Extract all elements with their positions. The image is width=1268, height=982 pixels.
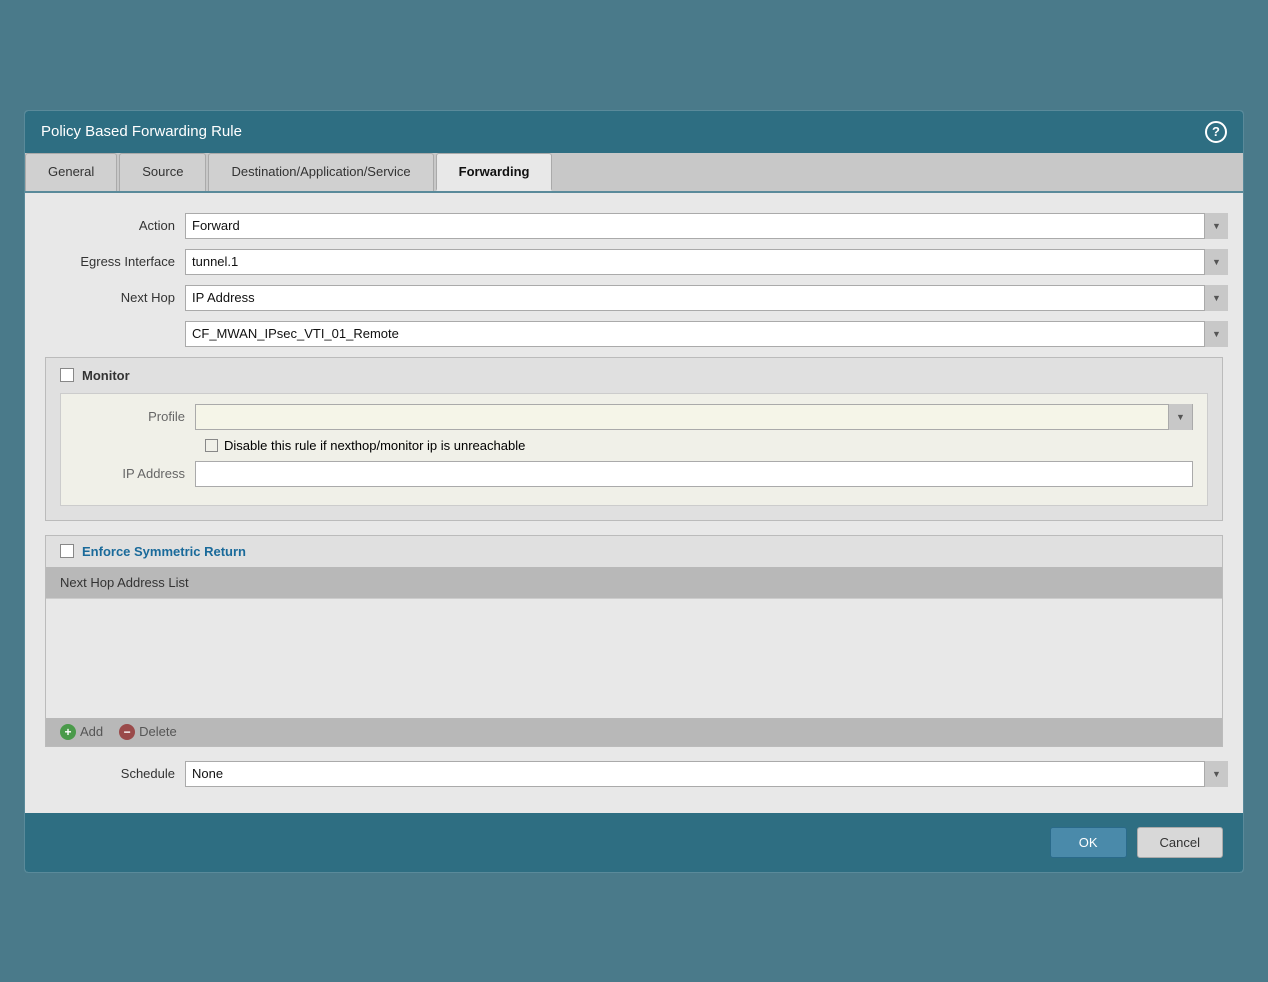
- title-bar: Policy Based Forwarding Rule ?: [25, 111, 1243, 153]
- tab-forwarding[interactable]: Forwarding: [436, 153, 553, 191]
- enforce-header: Enforce Symmetric Return: [46, 536, 1222, 567]
- next-hop-second-row: CF_MWAN_IPsec_VTI_01_Remote: [45, 321, 1223, 347]
- next-hop-second-value: CF_MWAN_IPsec_VTI_01_Remote: [192, 326, 1204, 341]
- next-hop-control: IP Address: [185, 285, 1223, 311]
- footer: OK Cancel: [25, 813, 1243, 872]
- egress-interface-row: Egress Interface tunnel.1: [45, 249, 1223, 275]
- disable-rule-checkbox[interactable]: [205, 439, 218, 452]
- disable-rule-row: Disable this rule if nexthop/monitor ip …: [75, 438, 1193, 453]
- add-icon: +: [60, 724, 76, 740]
- next-hop-list-footer: + Add − Delete: [46, 718, 1222, 746]
- tab-source[interactable]: Source: [119, 153, 206, 191]
- disable-rule-label: Disable this rule if nexthop/monitor ip …: [224, 438, 525, 453]
- profile-select[interactable]: [195, 404, 1193, 430]
- next-hop-second-select[interactable]: CF_MWAN_IPsec_VTI_01_Remote: [185, 321, 1223, 347]
- next-hop-second-dropdown-arrow[interactable]: [1204, 321, 1228, 347]
- delete-icon: −: [119, 724, 135, 740]
- add-button[interactable]: + Add: [60, 724, 103, 740]
- delete-label: Delete: [139, 724, 177, 739]
- schedule-row: Schedule None: [45, 761, 1223, 787]
- profile-label: Profile: [75, 409, 195, 424]
- egress-interface-dropdown-arrow[interactable]: [1204, 249, 1228, 275]
- profile-dropdown-arrow[interactable]: [1168, 404, 1192, 430]
- ip-address-label: IP Address: [75, 466, 195, 481]
- content-area: Action Forward Egress Interface tunnel.1…: [25, 193, 1243, 813]
- action-dropdown-arrow[interactable]: [1204, 213, 1228, 239]
- next-hop-list-header: Next Hop Address List: [46, 567, 1222, 598]
- tab-bar: General Source Destination/Application/S…: [25, 153, 1243, 193]
- add-label: Add: [80, 724, 103, 739]
- ip-address-row: IP Address: [75, 461, 1193, 487]
- enforce-checkbox[interactable]: [60, 544, 74, 558]
- schedule-dropdown-arrow[interactable]: [1204, 761, 1228, 787]
- action-control: Forward: [185, 213, 1223, 239]
- ip-address-input[interactable]: [195, 461, 1193, 487]
- monitor-checkbox[interactable]: [60, 368, 74, 382]
- egress-interface-select[interactable]: tunnel.1: [185, 249, 1223, 275]
- schedule-value: None: [192, 766, 1204, 781]
- monitor-header: Monitor: [60, 368, 1208, 383]
- next-hop-dropdown-arrow[interactable]: [1204, 285, 1228, 311]
- dialog-title: Policy Based Forwarding Rule: [41, 123, 242, 140]
- action-value: Forward: [192, 218, 1204, 233]
- action-label: Action: [45, 218, 185, 233]
- cancel-button[interactable]: Cancel: [1137, 827, 1223, 858]
- monitor-fields: Profile Disable this rule if nexthop/mon…: [60, 393, 1208, 506]
- ok-button[interactable]: OK: [1050, 827, 1127, 858]
- tab-general[interactable]: General: [25, 153, 117, 191]
- profile-row: Profile: [75, 404, 1193, 430]
- next-hop-label: Next Hop: [45, 290, 185, 305]
- tab-destination[interactable]: Destination/Application/Service: [208, 153, 433, 191]
- egress-interface-label: Egress Interface: [45, 254, 185, 269]
- schedule-select[interactable]: None: [185, 761, 1223, 787]
- next-hop-second-control: CF_MWAN_IPsec_VTI_01_Remote: [185, 321, 1223, 347]
- schedule-label: Schedule: [45, 766, 185, 781]
- enforce-title: Enforce Symmetric Return: [82, 544, 246, 559]
- help-icon[interactable]: ?: [1205, 121, 1227, 143]
- delete-button[interactable]: − Delete: [119, 724, 177, 740]
- monitor-title: Monitor: [82, 368, 130, 383]
- next-hop-value: IP Address: [192, 290, 1204, 305]
- dialog: Policy Based Forwarding Rule ? General S…: [24, 110, 1244, 873]
- egress-interface-value: tunnel.1: [192, 254, 1204, 269]
- egress-interface-control: tunnel.1: [185, 249, 1223, 275]
- monitor-section: Monitor Profile Disable this rul: [45, 357, 1223, 521]
- action-select[interactable]: Forward: [185, 213, 1223, 239]
- next-hop-list-label: Next Hop Address List: [60, 575, 189, 590]
- next-hop-row: Next Hop IP Address: [45, 285, 1223, 311]
- next-hop-list-body: [46, 598, 1222, 718]
- next-hop-select[interactable]: IP Address: [185, 285, 1223, 311]
- schedule-control: None: [185, 761, 1223, 787]
- action-row: Action Forward: [45, 213, 1223, 239]
- enforce-section: Enforce Symmetric Return Next Hop Addres…: [45, 535, 1223, 747]
